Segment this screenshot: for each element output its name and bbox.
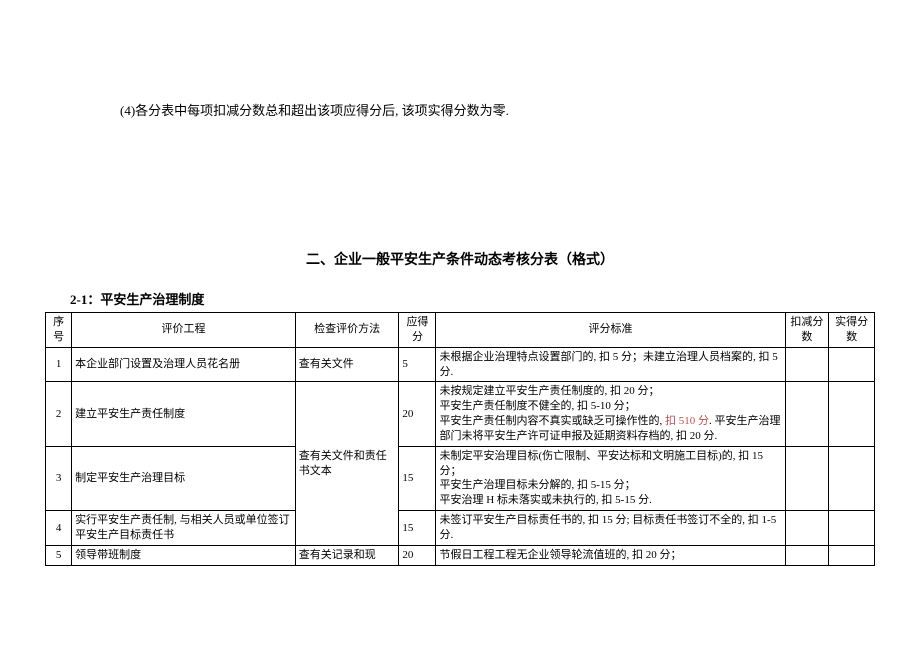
- cell-item: 建立平安生产责任制度: [72, 382, 296, 446]
- table-row: 2 建立平安生产责任制度 查有关文件和责任书文本 20 未按规定建立平安生产责任…: [46, 382, 875, 446]
- cell-actual: [829, 446, 875, 510]
- cell-actual: [829, 511, 875, 546]
- cell-due: 15: [399, 446, 436, 510]
- cell-criteria: 节假日工程工程无企业领导轮流值班的, 扣 20 分；: [436, 545, 785, 565]
- cell-due: 5: [399, 347, 436, 382]
- section-title: 二、企业一般平安生产条件动态考核分表（格式）: [40, 249, 880, 269]
- cell-idx: 3: [46, 446, 72, 510]
- hdr-method: 检查评价方法: [295, 313, 399, 348]
- cell-item: 制定平安生产治理目标: [72, 446, 296, 510]
- cell-deduct: [785, 382, 829, 446]
- cell-criteria: 未根据企业治理特点设置部门的, 扣 5 分；未建立治理人员档案的, 扣 5 分.: [436, 347, 785, 382]
- table-row: 5 领导带班制度 查有关记录和现 20 节假日工程工程无企业领导轮流值班的, 扣…: [46, 545, 875, 565]
- cell-deduct: [785, 446, 829, 510]
- hdr-deduct: 扣减分数: [785, 313, 829, 348]
- cell-actual: [829, 347, 875, 382]
- subsection-label: 2-1：平安生产治理制度: [70, 289, 880, 308]
- hdr-idx: 序号: [46, 313, 72, 348]
- cell-idx: 4: [46, 511, 72, 546]
- table-row: 3 制定平安生产治理目标 15 未制定平安治理目标(伤亡限制、平安达标和文明施工…: [46, 446, 875, 510]
- note-text: (4)各分表中每项扣减分数总和超出该项应得分后, 该项实得分数为零.: [120, 100, 880, 119]
- cell-deduct: [785, 545, 829, 565]
- cell-due: 20: [399, 545, 436, 565]
- cell-deduct: [785, 347, 829, 382]
- red-text: 扣 510 分: [665, 415, 709, 427]
- hdr-item: 评价工程: [72, 313, 296, 348]
- table-header-row: 序号 评价工程 检查评价方法 应得分 评分标准 扣减分数 实得分数: [46, 313, 875, 348]
- cell-due: 15: [399, 511, 436, 546]
- cell-method: 查有关文件: [295, 347, 399, 382]
- cell-method: 查有关记录和现: [295, 545, 399, 565]
- cell-idx: 2: [46, 382, 72, 446]
- cell-criteria: 未制定平安治理目标(伤亡限制、平安达标和文明施工目标)的, 扣 15 分； 平安…: [436, 446, 785, 510]
- table-row: 4 实行平安生产责任制, 与相关人员或单位签订平安生产目标责任书 15 未签订平…: [46, 511, 875, 546]
- cell-deduct: [785, 511, 829, 546]
- cell-method: 查有关文件和责任书文本: [295, 382, 399, 545]
- hdr-due: 应得分: [399, 313, 436, 348]
- hdr-criteria: 评分标准: [436, 313, 785, 348]
- cell-item: 领导带班制度: [72, 545, 296, 565]
- cell-actual: [829, 545, 875, 565]
- cell-idx: 1: [46, 347, 72, 382]
- cell-due: 20: [399, 382, 436, 446]
- score-table: 序号 评价工程 检查评价方法 应得分 评分标准 扣减分数 实得分数 1 本企业部…: [45, 312, 875, 566]
- cell-criteria: 未签订平安生产目标责任书的, 扣 15 分; 目标责任书签订不全的, 扣 1-5…: [436, 511, 785, 546]
- cell-item: 本企业部门设置及治理人员花名册: [72, 347, 296, 382]
- cell-actual: [829, 382, 875, 446]
- cell-idx: 5: [46, 545, 72, 565]
- table-row: 1 本企业部门设置及治理人员花名册 查有关文件 5 未根据企业治理特点设置部门的…: [46, 347, 875, 382]
- cell-item: 实行平安生产责任制, 与相关人员或单位签订平安生产目标责任书: [72, 511, 296, 546]
- cell-criteria: 未按规定建立平安生产责任制度的, 扣 20 分； 平安生产责任制度不健全的, 扣…: [436, 382, 785, 446]
- hdr-actual: 实得分数: [829, 313, 875, 348]
